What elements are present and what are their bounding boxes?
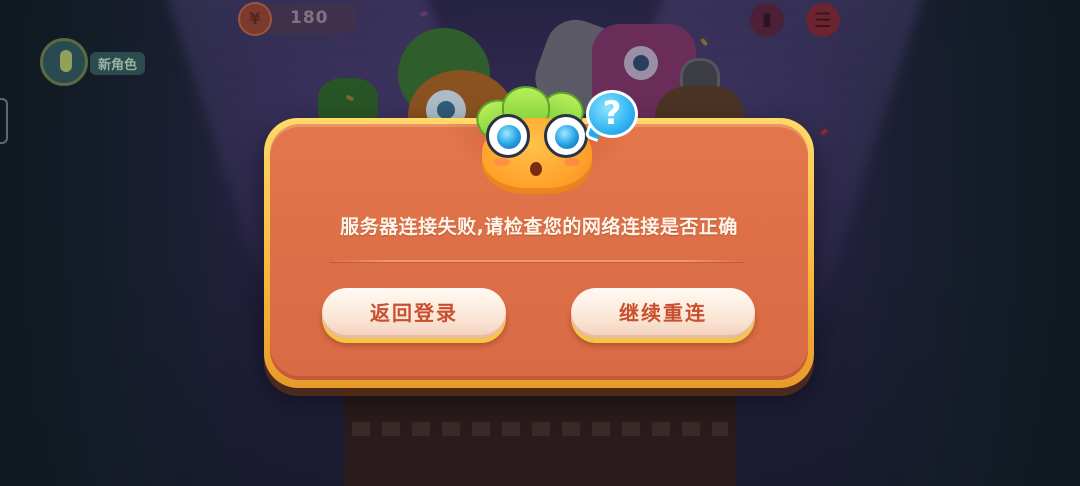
microphone-icon <box>40 38 88 86</box>
menu-icon[interactable]: ☰ <box>806 3 840 37</box>
currency-coin-icon: ¥ <box>238 2 272 36</box>
character-eye <box>624 46 658 80</box>
side-drawer-handle[interactable] <box>0 98 8 144</box>
question-bubble-icon: ? <box>582 88 642 142</box>
back-to-login-button[interactable]: 返回登录 <box>322 288 506 338</box>
dialog-divider <box>330 260 744 262</box>
mascot-cheek <box>494 158 510 166</box>
question-mark: ? <box>586 90 638 138</box>
new-role-label: 新角色 <box>90 52 146 75</box>
coin-count: 180 <box>290 8 329 28</box>
mascot-cheek <box>564 158 580 166</box>
mascot-left-eye <box>486 114 530 158</box>
reconnect-button[interactable]: 继续重连 <box>571 288 755 338</box>
film-strip-stage <box>344 378 736 486</box>
bag-icon[interactable]: ▮ <box>750 3 784 37</box>
new-role-button[interactable]: 新角色 <box>40 38 158 86</box>
mascot-mouth <box>530 162 542 176</box>
film-holes <box>352 422 728 436</box>
error-message: 服务器连接失败,请检查您的网络连接是否正确 <box>340 216 738 238</box>
